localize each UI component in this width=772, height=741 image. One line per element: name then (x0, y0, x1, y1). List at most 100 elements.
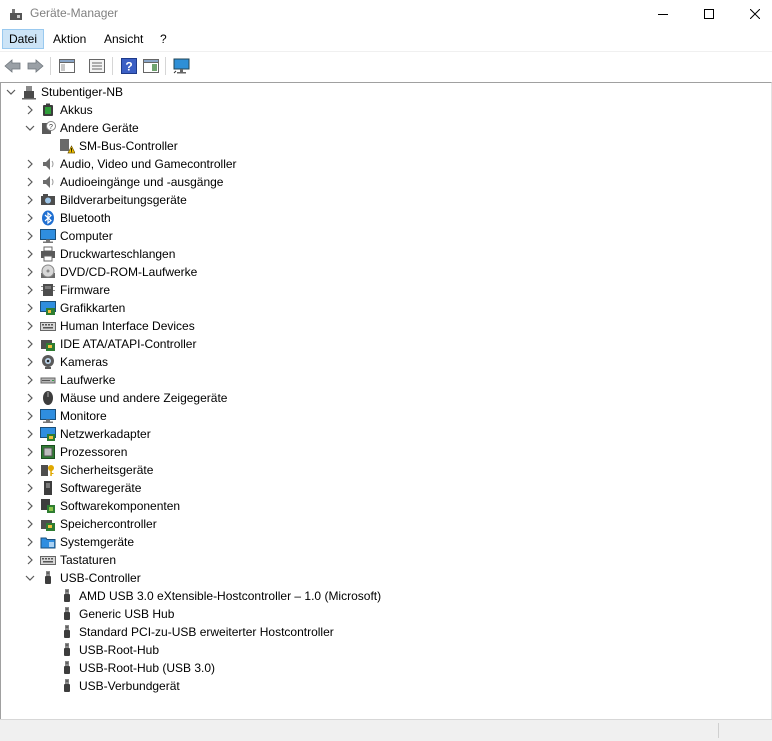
tree-category-prozessoren[interactable]: Prozessoren (24, 443, 127, 461)
expand-toggle[interactable] (24, 551, 36, 569)
device-list-button[interactable] (87, 56, 107, 76)
expand-toggle[interactable] (24, 425, 36, 443)
tree-device-usb-root-hub[interactable]: USB-Root-Hub (43, 641, 159, 659)
tree-category-monitore[interactable]: Monitore (24, 407, 107, 425)
tree-category-sicherheitsgerate[interactable]: Sicherheitsgeräte (24, 461, 153, 479)
expand-toggle[interactable] (24, 335, 36, 353)
close-button[interactable] (732, 0, 772, 28)
tree-device-usb-root-hub-usb-3-0[interactable]: USB-Root-Hub (USB 3.0) (43, 659, 215, 677)
tree-category-firmware[interactable]: Firmware (24, 281, 110, 299)
console-view-icon (143, 59, 159, 73)
properties-pane-button[interactable] (57, 56, 77, 76)
tree-category-usb-controller[interactable]: USB-Controller (24, 569, 141, 587)
tree-category-dvd-cd-rom-laufwerke[interactable]: DVD/CD-ROM-Laufwerke (24, 263, 197, 281)
collapse-toggle[interactable] (24, 569, 36, 587)
expand-toggle[interactable] (24, 299, 36, 317)
tree-category-akkus[interactable]: Akkus (24, 101, 93, 119)
tree-category-bildverarbeitungsgerate[interactable]: Bildverarbeitungsgeräte (24, 191, 187, 209)
expand-toggle[interactable] (24, 155, 36, 173)
expand-toggle[interactable] (24, 533, 36, 551)
expand-toggle[interactable] (24, 191, 36, 209)
status-bar (0, 719, 772, 741)
expand-toggle[interactable] (24, 353, 36, 371)
chevron-right-icon (27, 375, 33, 385)
tree-device-sm-bus-controller[interactable]: SM-Bus-Controller (43, 137, 178, 155)
expand-toggle[interactable] (24, 371, 36, 389)
expand-toggle[interactable] (24, 281, 36, 299)
expand-toggle[interactable] (24, 245, 36, 263)
battery-icon (40, 102, 56, 118)
expand-toggle[interactable] (24, 407, 36, 425)
back-icon (4, 59, 21, 73)
expand-toggle[interactable] (24, 443, 36, 461)
usb-icon (59, 588, 75, 604)
help-button[interactable]: ? (119, 56, 139, 76)
chevron-right-icon (27, 321, 33, 331)
tree-category-laufwerke[interactable]: Laufwerke (24, 371, 115, 389)
back-button[interactable] (3, 56, 23, 76)
tree-category-softwarekomponenten[interactable]: Softwarekomponenten (24, 497, 180, 515)
expand-toggle[interactable] (24, 461, 36, 479)
toolbar-separator (112, 57, 113, 75)
tree-item-label: Speichercontroller (60, 517, 157, 531)
tree-category-softwaregerate[interactable]: Softwaregeräte (24, 479, 141, 497)
menu-help[interactable]: ? (154, 29, 173, 49)
device-tree[interactable]: Stubentiger-NB Akkus? Andere Geräte SM-Bus-… (0, 82, 772, 719)
chevron-right-icon (27, 195, 33, 205)
expand-toggle[interactable] (24, 263, 36, 281)
console-view-button[interactable] (141, 56, 161, 76)
maximize-button[interactable] (686, 0, 732, 28)
chevron-right-icon (27, 483, 33, 493)
tree-category-computer[interactable]: Computer (24, 227, 113, 245)
collapse-toggle[interactable] (5, 83, 17, 101)
scan-hardware-button[interactable] (172, 56, 192, 76)
tree-category-druckwarteschlangen[interactable]: Druckwarteschlangen (24, 245, 175, 263)
tree-device-generic-usb-hub[interactable]: Generic USB Hub (43, 605, 174, 623)
expand-toggle[interactable] (24, 101, 36, 119)
chevron-right-icon (27, 429, 33, 439)
tree-category-kameras[interactable]: Kameras (24, 353, 108, 371)
tree-category-bluetooth[interactable]: Bluetooth (24, 209, 111, 227)
tree-category-audioeingange-und-ausgange[interactable]: Audioeingänge und -ausgänge (24, 173, 223, 191)
tree-category-andere-gerate[interactable]: ? Andere Geräte (24, 119, 139, 137)
expand-toggle[interactable] (24, 209, 36, 227)
tree-category-audio-video-und-gamecontroller[interactable]: Audio, Video und Gamecontroller (24, 155, 237, 173)
unknown-device-icon: ? (40, 120, 56, 136)
expand-toggle[interactable] (24, 497, 36, 515)
tree-item-label: Human Interface Devices (60, 319, 195, 333)
tree-item-label: Computer (60, 229, 113, 243)
menu-datei[interactable]: Datei (2, 29, 45, 49)
tree-category-human-interface-devices[interactable]: Human Interface Devices (24, 317, 195, 335)
status-divider (718, 723, 719, 738)
tree-device-usb-verbundgerat[interactable]: USB-Verbundgerät (43, 677, 180, 695)
forward-button[interactable] (25, 56, 45, 76)
tree-category-speichercontroller[interactable]: Speichercontroller (24, 515, 157, 533)
menu-aktion[interactable]: Aktion (47, 29, 92, 49)
collapse-toggle[interactable] (24, 119, 36, 137)
chip-icon (40, 282, 56, 298)
tree-category-mause-und-andere-zeigegerate[interactable]: Mäuse und andere Zeigegeräte (24, 389, 227, 407)
tree-category-netzwerkadapter[interactable]: Netzwerkadapter (24, 425, 151, 443)
chevron-right-icon (27, 267, 33, 277)
expand-toggle[interactable] (24, 515, 36, 533)
tree-item-label: Druckwarteschlangen (60, 247, 176, 261)
tree-category-ide-ata-atapi-controller[interactable]: IDE ATA/ATAPI-Controller (24, 335, 196, 353)
tree-root-stubentiger-nb[interactable]: Stubentiger-NB (5, 83, 123, 101)
camera-imaging-icon (40, 192, 56, 208)
tree-device-amd-usb-3-0-extensible-hostcontroller-1-0-microsoft[interactable]: AMD USB 3.0 eXtensible-Hostcontroller – … (43, 587, 381, 605)
chevron-right-icon (27, 519, 33, 529)
expand-toggle[interactable] (24, 479, 36, 497)
tree-item-label: SM-Bus-Controller (79, 139, 178, 153)
tree-category-tastaturen[interactable]: Tastaturen (24, 551, 116, 569)
tree-category-grafikkarten[interactable]: Grafikkarten (24, 299, 125, 317)
tree-device-standard-pci-zu-usb-erweiterter-hostcontroller[interactable]: Standard PCI-zu-USB erweiterter Hostcont… (43, 623, 334, 641)
expand-toggle[interactable] (24, 173, 36, 191)
expand-toggle[interactable] (24, 317, 36, 335)
tree-category-systemgerate[interactable]: Systemgeräte (24, 533, 134, 551)
menu-ansicht[interactable]: Ansicht (98, 29, 149, 49)
window-title: Geräte-Manager (30, 6, 119, 20)
minimize-button[interactable] (640, 0, 686, 28)
expand-toggle[interactable] (24, 227, 36, 245)
expand-toggle[interactable] (24, 389, 36, 407)
